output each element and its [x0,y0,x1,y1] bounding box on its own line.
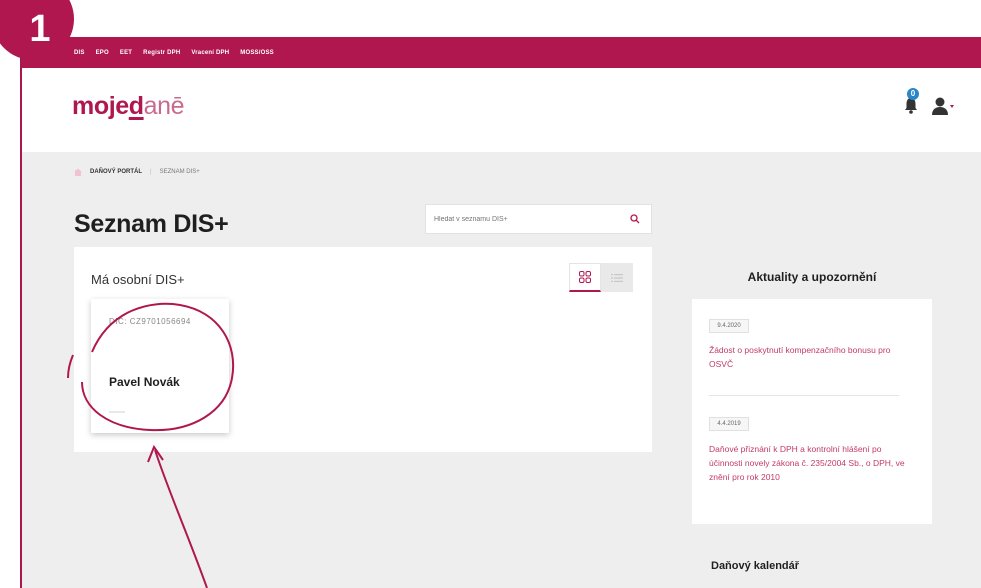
page-title: Seznam DIS+ [74,210,229,238]
top-nav-dis[interactable]: DIS [74,50,85,56]
card-dic: DIČ: CZ9701056694 [109,317,191,326]
card-name: Pavel Novák [109,375,180,389]
top-nav-bar: DIS EPO EET Registr DPH Vracení DPH MOSS… [22,37,981,68]
app-frame: DIS EPO EET Registr DPH Vracení DPH MOSS… [20,0,981,588]
list-view-button[interactable] [601,263,633,292]
grid-view-button[interactable] [569,263,601,292]
personal-dis-panel: Má osobní DIS+ DIČ: CZ9701056694 Pavel N… [74,247,652,452]
breadcrumb-separator: | [150,169,152,175]
notification-count-badge: 0 [907,88,919,100]
card-divider [109,411,125,413]
panel-title: Má osobní DIS+ [91,272,185,287]
top-nav-registr-dph[interactable]: Registr DPH [143,50,180,56]
grid-view-icon [579,271,591,283]
top-nav-moss-oss[interactable]: MOSS/OSS [240,50,274,56]
news-panel: 9.4.2020 Žádost o poskytnutí kompenzační… [692,299,932,524]
dis-card[interactable]: DIČ: CZ9701056694 Pavel Novák [91,299,229,433]
news-link[interactable]: Žádost o poskytnutí kompenzačního bonusu… [709,343,909,371]
top-nav-eet[interactable]: EET [120,50,132,56]
search-icon [630,214,640,224]
top-nav-vraceni-dph[interactable]: Vracení DPH [191,50,229,56]
main-content: DAŇOVÝ PORTÁL | SEZNAM DIS+ Seznam DIS+ … [22,152,981,588]
news-title: Aktuality a upozornění [747,270,877,284]
search-box [425,204,652,234]
news-date: 9.4.2020 [709,319,749,333]
header: mojedanē 0 [22,68,981,152]
view-toggle [569,263,633,292]
logo[interactable]: mojedanē [72,92,185,121]
search-input[interactable] [426,205,616,233]
top-nav-epo[interactable]: EPO [96,50,109,56]
breadcrumb: DAŇOVÝ PORTÁL | SEZNAM DIS+ [74,168,200,176]
breadcrumb-home[interactable]: DAŇOVÝ PORTÁL [90,169,142,175]
list-view-icon [611,273,623,282]
news-divider [709,395,899,396]
news-link[interactable]: Daňové přiznání k DPH a kontrolní hlášen… [709,442,909,484]
user-icon[interactable] [932,96,954,116]
search-button[interactable] [619,205,651,233]
home-icon[interactable] [74,168,82,176]
breadcrumb-current: SEZNAM DIS+ [159,169,200,175]
caret-down-icon [950,105,954,108]
news-date: 4.4.2019 [709,417,749,431]
calendar-title: Daňový kalendář [711,560,800,572]
